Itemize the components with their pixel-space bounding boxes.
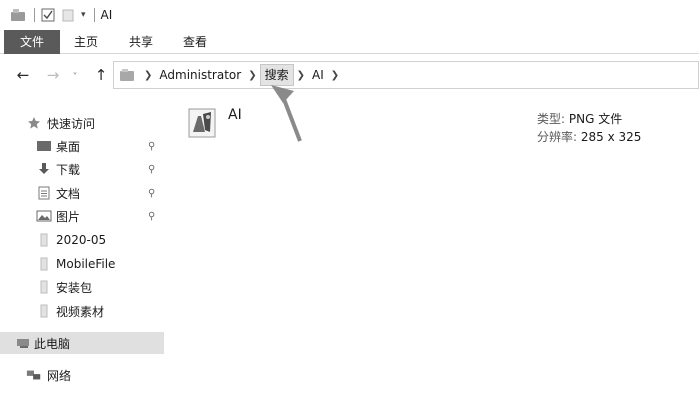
navigation-pane: 快速访问 桌面 ⚲ 下载 ⚲ 文档 ⚲ 图片 ⚲ 2020-05 MobileF… — [0, 108, 164, 401]
folder-icon — [36, 279, 52, 295]
folder-icon — [36, 256, 52, 272]
sidebar-item-label: 视频素材 — [56, 304, 105, 319]
sidebar-item-label: 文档 — [56, 186, 81, 201]
sidebar-item-folder-video-assets[interactable]: 视频素材 — [0, 300, 164, 322]
file-type: 类型: PNG 文件 — [537, 110, 622, 127]
file-type-value: PNG 文件 — [568, 112, 623, 126]
folder-icon — [36, 232, 52, 248]
file-dimensions-label: 分辨率: — [537, 130, 578, 144]
file-name[interactable]: AI — [228, 107, 242, 123]
download-icon — [36, 161, 52, 177]
new-folder-icon[interactable] — [61, 7, 75, 23]
sidebar-item-documents[interactable]: 文档 ⚲ — [0, 182, 164, 204]
chevron-right-icon[interactable]: ❯ — [141, 70, 155, 81]
star-icon — [26, 115, 42, 131]
pin-icon[interactable]: ⚲ — [148, 211, 155, 222]
title-separator — [93, 8, 95, 22]
pin-icon[interactable]: ⚲ — [148, 141, 155, 152]
navigation-bar: ← → ˅ ↑ ❯ Administrator ❯ 搜索 ❯ AI ❯ — [0, 58, 699, 92]
sidebar-item-this-pc[interactable]: 此电脑 — [0, 332, 164, 354]
app-icon[interactable] — [10, 7, 26, 23]
desktop-icon — [36, 138, 52, 154]
pictures-icon — [36, 208, 52, 224]
breadcrumb-search[interactable]: 搜索 — [259, 64, 294, 86]
sidebar-item-pictures[interactable]: 图片 ⚲ — [0, 205, 164, 227]
sidebar-item-folder-mobilefile[interactable]: MobileFile — [0, 253, 164, 275]
file-type-label: 类型: — [537, 112, 566, 126]
forward-arrow-icon[interactable]: → — [42, 64, 64, 86]
document-icon — [36, 185, 52, 201]
file-dimensions: 分辨率: 285 x 325 — [537, 128, 641, 145]
sidebar-item-folder-2020-05[interactable]: 2020-05 — [0, 229, 164, 251]
title-separator — [34, 8, 35, 22]
png-file-icon[interactable] — [188, 108, 216, 138]
sidebar-quick-access[interactable]: 快速访问 — [0, 112, 164, 134]
window-title: AI — [100, 8, 113, 22]
file-list: AI 类型: PNG 文件 分辨率: 285 x 325 — [170, 100, 699, 401]
tab-share[interactable]: 共享 — [118, 30, 164, 54]
location-icon — [119, 68, 135, 82]
sidebar-item-label: 2020-05 — [56, 233, 107, 247]
sidebar-item-downloads[interactable]: 下载 ⚲ — [0, 158, 164, 180]
address-bar[interactable]: ❯ Administrator ❯ 搜索 ❯ AI ❯ — [113, 61, 699, 89]
back-arrow-icon[interactable]: ← — [12, 64, 34, 86]
tab-view[interactable]: 查看 — [172, 30, 218, 54]
sidebar-item-folder-installers[interactable]: 安装包 — [0, 276, 164, 298]
sidebar-item-label: 图片 — [56, 209, 81, 224]
breadcrumb-administrator[interactable]: Administrator — [155, 64, 245, 86]
sidebar-item-label: 此电脑 — [34, 336, 71, 351]
recent-locations-chevron-icon[interactable]: ˅ — [64, 66, 86, 88]
sidebar-item-network[interactable]: 网络 — [0, 364, 164, 386]
customize-dropdown-icon[interactable]: ▾ — [81, 7, 86, 23]
chevron-right-icon[interactable]: ❯ — [245, 70, 259, 81]
chevron-right-icon[interactable]: ❯ — [294, 70, 308, 81]
file-dimensions-value: 285 x 325 — [580, 130, 642, 144]
pin-icon[interactable]: ⚲ — [148, 164, 155, 175]
title-bar: ▾ AI — [0, 0, 699, 30]
sidebar-item-label: 网络 — [47, 368, 72, 383]
computer-icon — [16, 335, 32, 351]
properties-icon[interactable] — [41, 7, 55, 23]
sidebar-item-label: 安装包 — [56, 280, 93, 295]
network-icon — [26, 367, 42, 383]
tab-home[interactable]: 主页 — [64, 30, 108, 54]
sidebar-item-label: 桌面 — [56, 139, 81, 154]
sidebar-item-desktop[interactable]: 桌面 ⚲ — [0, 135, 164, 157]
chevron-right-icon[interactable]: ❯ — [328, 70, 342, 81]
sidebar-item-label: 快速访问 — [47, 116, 96, 131]
folder-icon — [36, 303, 52, 319]
up-arrow-icon[interactable]: ↑ — [90, 64, 112, 86]
pin-icon[interactable]: ⚲ — [148, 188, 155, 199]
sidebar-item-label: MobileFile — [56, 257, 116, 271]
sidebar-item-label: 下载 — [56, 162, 81, 177]
breadcrumb-ai[interactable]: AI — [308, 64, 328, 86]
tab-file[interactable]: 文件 — [4, 30, 60, 54]
ribbon-tabs: 文件 主页 共享 查看 — [0, 30, 699, 54]
